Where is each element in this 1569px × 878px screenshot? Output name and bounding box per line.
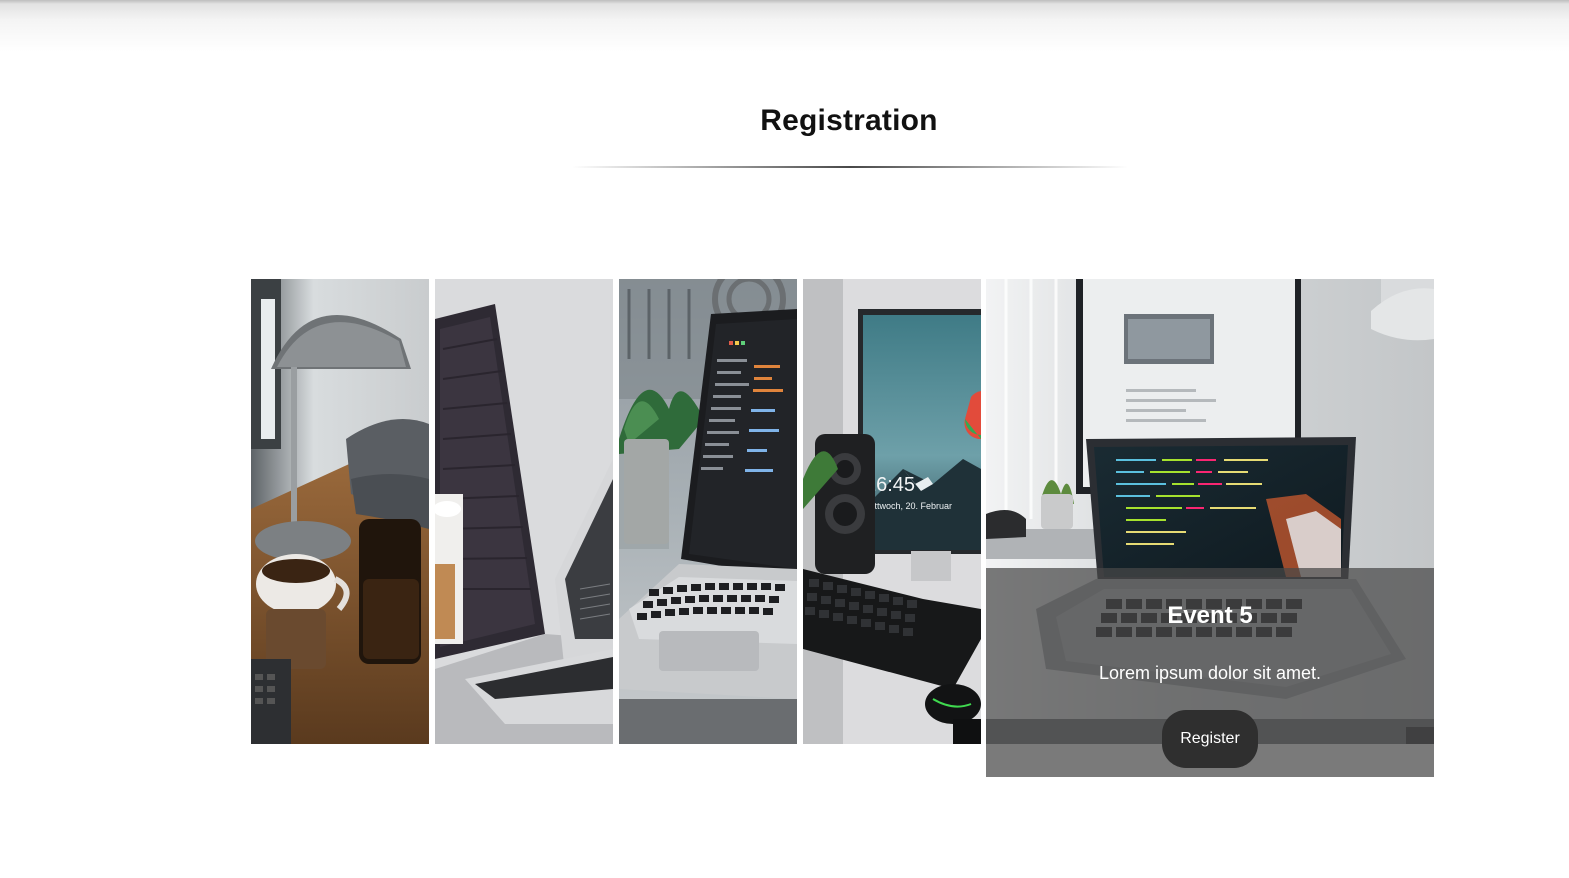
section-title: Registration bbox=[760, 104, 938, 137]
event-gallery: 16:45 Mittwoch, 20. Februar Event 5 Lore… bbox=[251, 279, 1434, 777]
event-title: Event 5 bbox=[1167, 602, 1253, 629]
title-divider bbox=[572, 166, 1128, 168]
monitor-keyboard-photo: 16:45 Mittwoch, 20. Februar bbox=[803, 279, 981, 744]
header-shadow bbox=[0, 0, 1569, 52]
desk-lamp-coffee-photo bbox=[251, 279, 429, 744]
gallery-panel-2[interactable] bbox=[435, 279, 613, 744]
gallery-panel-3[interactable] bbox=[619, 279, 797, 744]
event-description: Lorem ipsum dolor sit amet. bbox=[1098, 663, 1322, 683]
gallery-panel-1[interactable] bbox=[251, 279, 429, 744]
monitor-date-text: Mittwoch, 20. Februar bbox=[865, 501, 952, 511]
register-button[interactable]: Register bbox=[1162, 710, 1258, 768]
registration-page: Registration 16:45 Mittwoch, 20. Februar… bbox=[0, 0, 1569, 878]
laptop-plant-photo bbox=[619, 279, 797, 744]
gallery-panel-4[interactable]: 16:45 Mittwoch, 20. Februar bbox=[803, 279, 981, 744]
laptop-speaker-photo bbox=[435, 279, 613, 744]
